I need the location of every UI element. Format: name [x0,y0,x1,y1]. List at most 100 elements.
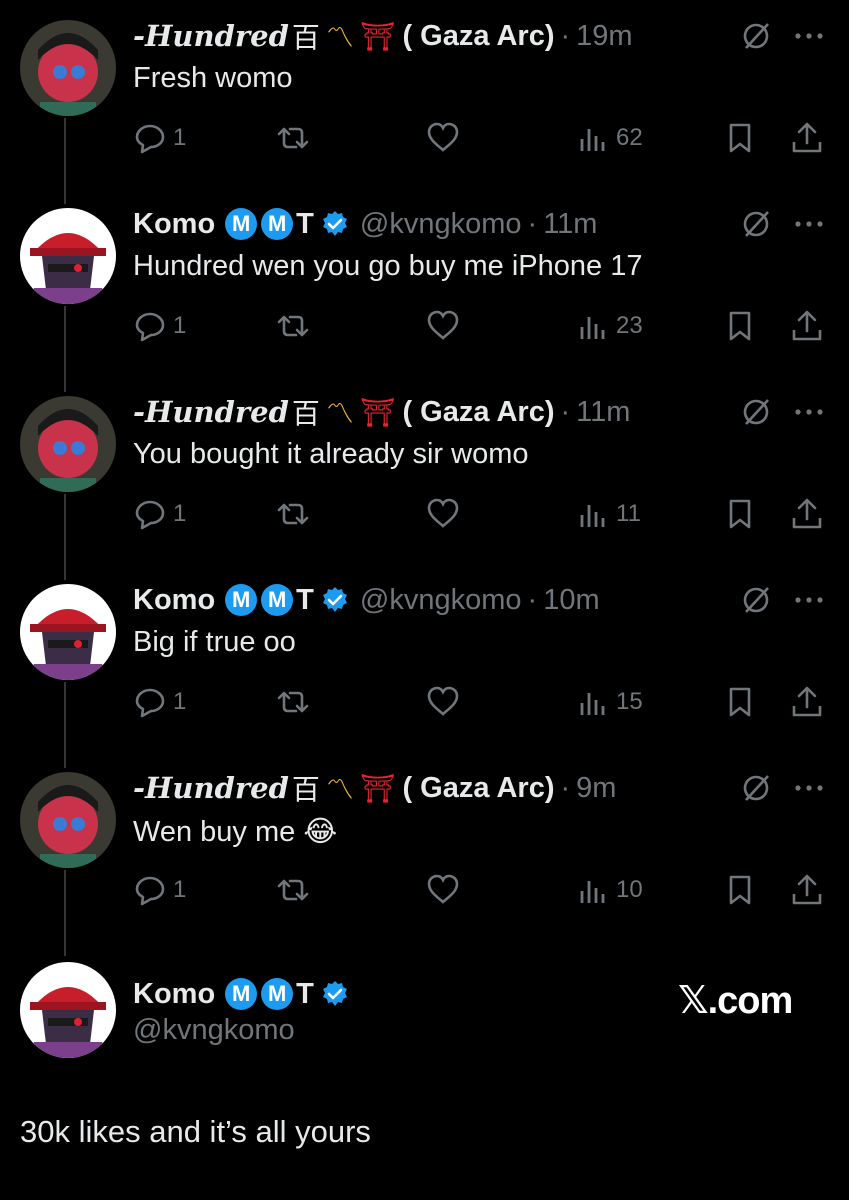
tweet-actions: 1 62 [133,116,833,160]
share-button[interactable] [790,492,824,536]
avatar-hundred[interactable] [20,772,116,868]
grok-icon[interactable] [740,584,772,616]
x-logo[interactable]: 𝕏.com [678,978,793,1023]
share-button[interactable] [790,868,824,912]
author-name[interactable]: Komo [133,208,215,241]
author-tail: ( Gaza Arc) [402,19,555,52]
bookmark-icon [729,123,751,153]
retweet-button[interactable] [276,868,310,912]
bookmark-button[interactable] [723,304,757,348]
reply-count: 1 [173,124,187,151]
like-button[interactable] [426,868,460,912]
tweet[interactable]: Komo M M T @kvngkomo · 11m Hundred wen y… [0,188,849,376]
avatar-komo[interactable] [20,962,116,1058]
share-icon [792,686,822,717]
share-button[interactable] [790,116,824,160]
reply-icon [135,312,165,342]
view-count: 62 [616,124,643,151]
retweet-icon [277,315,309,337]
tweet-header: Komo M M T @kvngkomo · 10m [133,578,600,622]
avatar-hundred[interactable] [20,20,116,116]
tweet[interactable]: -Hundred 百 〽 ⛩ ( Gaza Arc) · 19m Fresh w… [0,0,849,188]
author-name[interactable]: -Hundred [133,395,289,429]
reply-button[interactable]: 1 [133,680,186,724]
bookmark-button[interactable] [723,680,757,724]
tweet-header: -Hundred 百 〽 ⛩ ( Gaza Arc) · 11m [133,390,630,434]
view-count: 11 [616,500,641,527]
author-name[interactable]: -Hundred [133,771,289,805]
avatar-hundred[interactable] [20,396,116,492]
author-name[interactable]: -Hundred [133,19,289,53]
author-tail: ( Gaza Arc) [402,395,555,428]
share-icon [792,310,822,341]
reply-button[interactable]: 1 [133,492,186,536]
tweet[interactable]: -Hundred 百 〽 ⛩ ( Gaza Arc) · 11m You bou… [0,376,849,564]
reply-button[interactable]: 1 [133,116,186,160]
heart-icon [427,310,459,340]
share-button[interactable] [790,680,824,724]
author-handle[interactable]: @kvngkomo [133,1014,295,1047]
author-name[interactable]: Komo [133,584,215,617]
kanji-label: 百 [291,774,320,805]
share-button[interactable] [790,304,824,348]
grok-icon[interactable] [740,208,772,240]
tweet-header: -Hundred 百 〽 ⛩ ( Gaza Arc) · 19m [133,14,633,58]
grok-icon[interactable] [740,772,772,804]
retweet-button[interactable] [276,492,310,536]
reply-count: 1 [173,312,187,339]
zigzag-icon: 〽 [325,398,354,429]
like-button[interactable] [426,680,460,724]
avatar-komo[interactable] [20,208,116,304]
views-button[interactable]: 15 [576,680,643,724]
main-post[interactable]: Komo M M T @kvngkomo 𝕏.com 30k likes and… [0,950,849,1200]
more-icon[interactable] [794,782,824,794]
timestamp[interactable]: 9m [576,772,616,805]
retweet-icon [277,127,309,149]
more-icon[interactable] [794,406,824,418]
tweet[interactable]: -Hundred 百 〽 ⛩ ( Gaza Arc) · 9m Wen buy … [0,752,849,940]
m-badge: M [261,584,294,616]
like-button[interactable] [426,116,460,160]
views-button[interactable]: 10 [576,868,643,912]
more-icon[interactable] [794,218,824,230]
timestamp[interactable]: 11m [576,396,630,429]
retweet-button[interactable] [276,116,310,160]
analytics-icon [580,505,605,527]
share-icon [792,122,822,153]
separator-dot: · [560,771,571,804]
author-handle[interactable]: @kvngkomo [360,208,522,241]
views-button[interactable]: 62 [576,116,643,160]
tweet[interactable]: Komo M M T @kvngkomo · 10m Big if true o… [0,564,849,752]
like-button[interactable] [426,492,460,536]
reply-button[interactable]: 1 [133,868,186,912]
bookmark-button[interactable] [723,868,757,912]
views-button[interactable]: 11 [576,492,641,536]
reply-icon [135,876,165,906]
tweet-header: Komo M M T @kvngkomo · 11m [133,202,597,246]
grok-icon[interactable] [740,396,772,428]
t-label: T [296,977,314,1010]
tweet-text: Big if true oo [133,626,296,658]
tweet-actions: 1 11 [133,492,833,536]
more-icon[interactable] [794,30,824,42]
timestamp[interactable]: 10m [543,584,599,617]
grok-icon[interactable] [740,20,772,52]
analytics-icon [580,317,605,339]
bookmark-button[interactable] [723,116,757,160]
more-icon[interactable] [794,594,824,606]
retweet-icon [277,691,309,713]
author-name[interactable]: Komo [133,978,215,1011]
like-button[interactable] [426,304,460,348]
retweet-button[interactable] [276,680,310,724]
avatar-komo[interactable] [20,584,116,680]
retweet-button[interactable] [276,304,310,348]
retweet-icon [277,879,309,901]
torii-icon: ⛩ [359,396,396,428]
reply-count: 1 [173,500,187,527]
timestamp[interactable]: 19m [576,20,632,53]
views-button[interactable]: 23 [576,304,643,348]
timestamp[interactable]: 11m [543,208,597,241]
author-handle[interactable]: @kvngkomo [360,584,522,617]
reply-button[interactable]: 1 [133,304,186,348]
bookmark-button[interactable] [723,492,757,536]
